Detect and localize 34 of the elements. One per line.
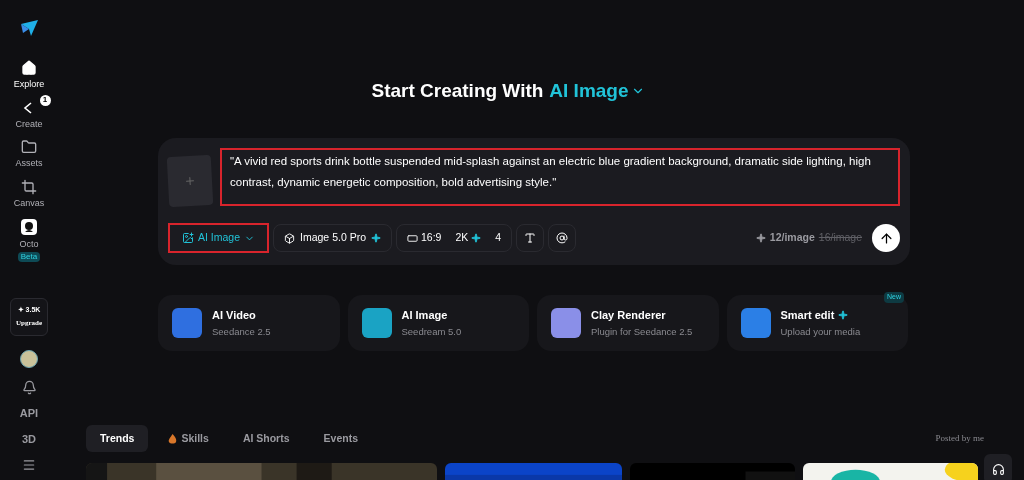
mode-dropdown[interactable]: AI Image [549, 77, 645, 106]
cost-text: 12/image [769, 230, 815, 246]
sidebar-item[interactable]: Canvas [13, 178, 45, 210]
old-cost-text: 16/image [818, 230, 862, 246]
tool-title: Clay Renderer [591, 307, 666, 323]
resolution-button[interactable]: 2K [455, 230, 482, 246]
tab[interactable]: Trends [86, 425, 149, 452]
aspect-ratio-button[interactable]: 16:9 [407, 230, 442, 246]
tool-title: Smart edit [780, 307, 835, 323]
tool-subtitle: Upload your media [780, 325, 861, 340]
sidebar-item[interactable]: Assets [15, 139, 43, 171]
tool-card[interactable]: AI Video Seedance 2.5 [158, 295, 340, 351]
sidebar-link[interactable]: API [19, 404, 39, 421]
tab[interactable]: AI Shorts [228, 425, 304, 452]
model-selector[interactable]: Image 5.0 Pro [273, 224, 392, 252]
count-button[interactable]: 4 [495, 230, 502, 246]
tool-subtitle: Seedance 2.5 [212, 325, 271, 340]
tab[interactable]: Events [309, 425, 372, 452]
tool-title: AI Image [401, 307, 448, 323]
tool-card[interactable]: Clay Renderer Plugin for Seedance 2.5 [537, 295, 719, 351]
tool-subtitle: Plugin for Seedance 2.5 [591, 325, 693, 340]
tool-card[interactable]: AI Image Seedream 5.0 [347, 295, 529, 351]
tool-subtitle: Seedream 5.0 [401, 325, 462, 340]
prompt-field[interactable]: "A vivid red sports drink bottle suspended mid-splash against an electric blue gradient background, dramatic side lighting, high contrast, dynamic energetic composition, bold advertising style." [220, 147, 900, 206]
tab[interactable]: Skills [154, 425, 223, 452]
tool-title: AI Video [212, 307, 256, 323]
filter-text[interactable]: Posted by me [935, 431, 984, 446]
sidebar-item[interactable]: Explore [13, 60, 45, 92]
sidebar-item[interactable]: Octo [19, 218, 39, 252]
page-title: Start Creating With [371, 79, 544, 103]
beta-tag: Beta [17, 251, 41, 262]
mode-selector[interactable]: AI Image [168, 223, 270, 253]
sidebar-link[interactable]: 3D [21, 431, 37, 448]
notification-badge: 1 [39, 94, 51, 106]
